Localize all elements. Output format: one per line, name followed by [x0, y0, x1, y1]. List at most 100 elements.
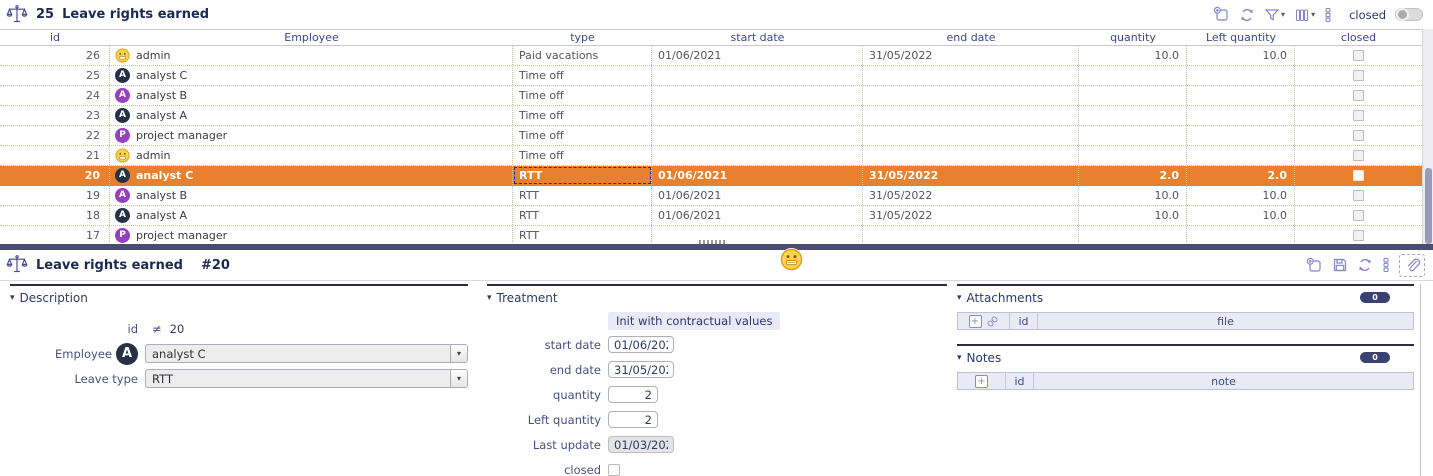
section-description: ▾ Description id ≠ 20 Employee A analyst… — [10, 284, 468, 391]
last-update-input — [608, 436, 674, 453]
table-row[interactable]: 20Aanalyst CRTT01/06/202131/05/20222.02.… — [0, 166, 1422, 186]
columns-caret-icon[interactable]: ▾ — [1311, 10, 1315, 19]
section-notes: ▾ Notes 0 + id note — [957, 344, 1414, 390]
table-row[interactable]: 24Aanalyst BTime off — [0, 86, 1422, 106]
employee-select[interactable]: analyst C ▾ — [145, 344, 468, 363]
closed-checkbox[interactable] — [1353, 90, 1364, 101]
closed-checkbox[interactable] — [1353, 50, 1364, 61]
collapse-icon: ▾ — [957, 293, 962, 303]
attachments-file-column[interactable]: file — [1038, 313, 1413, 329]
columns-icon[interactable]: ▾ — [1294, 7, 1315, 23]
filter-caret-icon[interactable]: ▾ — [1281, 10, 1285, 19]
closed-checkbox[interactable] — [1353, 110, 1364, 121]
notes-id-column[interactable]: id — [1006, 373, 1034, 389]
notes-note-column[interactable]: note — [1034, 373, 1413, 389]
column-header-end_date[interactable]: end date — [863, 30, 1079, 45]
table-row[interactable]: 23Aanalyst ATime off — [0, 106, 1422, 126]
init-contractual-values-button[interactable]: Init with contractual values — [608, 312, 780, 330]
refresh-icon[interactable] — [1239, 7, 1255, 23]
vertical-scrollbar[interactable] — [1422, 29, 1433, 244]
list-toolbar: 25 Leave rights earned ▾ — [0, 0, 1433, 29]
quantity-input[interactable] — [608, 386, 658, 403]
attachments-title: Attachments — [967, 291, 1044, 305]
more-options-icon[interactable] — [1324, 7, 1332, 23]
treatment-header[interactable]: ▾ Treatment — [487, 288, 947, 307]
closed-checkbox[interactable] — [1353, 210, 1364, 221]
new-record-icon[interactable] — [1306, 257, 1323, 274]
column-header-start_date[interactable]: start date — [652, 30, 863, 45]
record-count: 25 — [36, 7, 54, 22]
employee-name: analyst C — [136, 66, 187, 85]
section-attachments: ▾ Attachments 0 + id file — [957, 284, 1414, 330]
save-icon[interactable] — [1332, 257, 1348, 273]
add-note-icon[interactable]: + — [975, 375, 988, 388]
column-header-type[interactable]: type — [513, 30, 652, 45]
scales-icon — [6, 4, 28, 26]
scrollbar-thumb[interactable] — [1425, 168, 1432, 244]
closed-checkbox[interactable] — [1353, 70, 1364, 81]
leave-type-select-caret-icon[interactable]: ▾ — [450, 370, 467, 387]
letter-avatar: A — [115, 68, 130, 83]
closed-filter-label: closed — [1349, 8, 1386, 22]
table-row[interactable]: 25Aanalyst CTime off — [0, 66, 1422, 86]
record-ref: #20 — [201, 258, 230, 273]
end-date-input[interactable] — [608, 361, 674, 378]
closed-checkbox[interactable] — [1353, 170, 1364, 181]
letter-avatar: A — [115, 108, 130, 123]
table-row[interactable]: 21adminTime off — [0, 146, 1422, 166]
form-panel: Leave rights earned #20 — [0, 250, 1433, 476]
notes-table-header: + id note — [957, 372, 1414, 390]
list-title: 25 Leave rights earned — [6, 4, 209, 26]
employee-select-caret-icon[interactable]: ▾ — [450, 345, 467, 362]
attachments-id-column[interactable]: id — [1010, 313, 1038, 329]
table-row[interactable]: 22Pproject managerTime off — [0, 126, 1422, 146]
attachments-table-header: + id file — [957, 312, 1414, 330]
column-header-quantity[interactable]: quantity — [1079, 30, 1187, 45]
form-right-edge — [1420, 284, 1421, 476]
start-date-label: start date — [487, 338, 601, 352]
link-icon[interactable] — [986, 315, 999, 328]
user-smiley-icon[interactable] — [779, 247, 804, 272]
refresh-icon[interactable] — [1357, 257, 1373, 273]
attachments-header[interactable]: ▾ Attachments 0 — [957, 288, 1414, 307]
list-toolbar-actions: ▾ ▾ closed — [1213, 6, 1423, 23]
end-date-label: end date — [487, 363, 601, 377]
grid-body: 26adminPaid vacations01/06/202131/05/202… — [0, 46, 1422, 244]
attachments-count-badge: 0 — [1360, 292, 1390, 303]
filter-icon[interactable]: ▾ — [1264, 7, 1285, 23]
column-header-closed[interactable]: closed — [1295, 30, 1422, 45]
add-attachment-icon[interactable]: + — [969, 315, 982, 328]
letter-avatar: P — [115, 128, 130, 143]
leave-type-select[interactable]: RTT ▾ — [145, 369, 468, 388]
closed-checkbox[interactable] — [1353, 130, 1364, 141]
employee-name: analyst B — [136, 86, 187, 105]
start-date-input[interactable] — [608, 336, 674, 353]
left-quantity-input[interactable] — [608, 411, 658, 428]
closed-checkbox[interactable] — [1353, 190, 1364, 201]
closed-toggle[interactable] — [1395, 8, 1423, 21]
new-record-icon[interactable] — [1213, 6, 1230, 23]
form-toolbar-actions — [1306, 254, 1425, 277]
description-title: Description — [20, 291, 88, 305]
table-row[interactable]: 26adminPaid vacations01/06/202131/05/202… — [0, 46, 1422, 66]
column-header-left_quantity[interactable]: Left quantity — [1187, 30, 1295, 45]
table-row[interactable]: 19Aanalyst BRTT01/06/202131/05/202210.01… — [0, 186, 1422, 206]
closed-label: closed — [487, 463, 601, 476]
description-header[interactable]: ▾ Description — [10, 288, 468, 307]
employee-name: project manager — [136, 226, 227, 244]
treatment-title: Treatment — [497, 291, 558, 305]
closed-checkbox[interactable] — [1353, 150, 1364, 161]
column-header-employee[interactable]: Employee — [110, 30, 513, 45]
notes-header[interactable]: ▾ Notes 0 — [957, 348, 1414, 367]
collapse-icon: ▾ — [487, 293, 492, 303]
closed-checkbox[interactable] — [608, 464, 620, 476]
employee-name: analyst A — [136, 206, 187, 225]
last-update-label: Last update — [487, 438, 601, 452]
closed-checkbox[interactable] — [1353, 230, 1364, 241]
table-row[interactable]: 18Aanalyst ARTT01/06/202131/05/202210.01… — [0, 206, 1422, 226]
attachment-button[interactable] — [1399, 254, 1425, 277]
employee-name: analyst B — [136, 186, 187, 205]
quantity-label: quantity — [487, 388, 601, 402]
more-options-icon[interactable] — [1382, 257, 1390, 273]
column-header-id[interactable]: id — [0, 30, 110, 45]
